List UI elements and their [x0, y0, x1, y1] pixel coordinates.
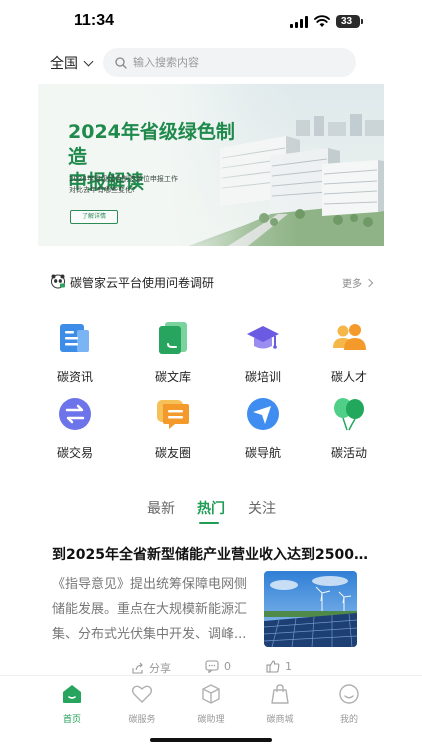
solar-panels-thumbnail[interactable]: [264, 571, 357, 647]
tab-popular[interactable]: 热门: [197, 498, 225, 518]
graduation-cap-icon: [247, 326, 279, 349]
grid-label: 碳培训: [244, 370, 281, 384]
region-selector[interactable]: 全国: [50, 53, 94, 73]
grid-label: 碳活动: [330, 446, 367, 460]
banner-subtitle-line2: 对比去年有哪些变化?: [69, 186, 136, 194]
share-button[interactable]: 分享: [131, 660, 171, 676]
cellular-signal-icon: [290, 16, 308, 28]
home-indicator: [150, 738, 272, 742]
tabbar-service[interactable]: 碳服务: [112, 683, 172, 725]
smiley-icon: [339, 684, 359, 704]
tabbar-assistant[interactable]: 碳助理: [181, 683, 241, 725]
tabbar-profile[interactable]: 我的: [319, 683, 379, 725]
notice-bar[interactable]: 碳管家云平台使用问卷调研 更多: [50, 272, 374, 292]
thumbs-up-icon: [266, 660, 280, 673]
banner-title-line1: 2024年省级绿色制造: [68, 121, 235, 168]
like-count: 1: [285, 660, 292, 673]
panda-mascot-icon: [51, 274, 65, 289]
search-row: 全国: [0, 48, 422, 78]
status-time: 11:34: [74, 12, 115, 29]
grid-label: 碳资讯: [56, 370, 93, 384]
search-input[interactable]: [133, 56, 333, 69]
chevron-right-icon: [364, 278, 374, 287]
like-button[interactable]: 1: [266, 660, 292, 673]
battery-icon: 33: [336, 15, 363, 28]
box-icon: [202, 684, 220, 704]
heart-icon: [131, 685, 153, 703]
notice-text: 碳管家云平台使用问卷调研: [70, 276, 215, 290]
home-icon: [63, 685, 81, 703]
grid-item-library[interactable]: 碳文库: [138, 320, 208, 385]
share-icon: [132, 662, 143, 674]
chevron-down-icon: [83, 56, 94, 66]
balloons-icon: [334, 398, 364, 431]
active-tab-indicator: [199, 522, 219, 524]
comment-button[interactable]: 0: [205, 660, 231, 673]
banner-learn-more-button[interactable]: 了解详情: [70, 210, 118, 224]
navigation-icon: [247, 398, 279, 430]
grid-item-news[interactable]: 碳资讯: [40, 320, 110, 385]
grid-item-community[interactable]: 碳友圈: [138, 396, 208, 461]
article-title[interactable]: 到2025年全省新型储能产业营业收入达到2500亿元...: [52, 544, 370, 564]
grid-item-training[interactable]: 碳培训: [228, 320, 298, 385]
status-bar: 11:34 33: [0, 0, 422, 44]
battery-level: 33: [340, 16, 353, 27]
region-label: 全国: [50, 56, 78, 72]
grid-label: 碳人才: [330, 370, 367, 384]
tabbar-label: 碳助理: [197, 715, 225, 725]
people-icon: [333, 324, 366, 350]
grid-label: 碳导航: [244, 446, 281, 460]
notice-more-label: 更多: [342, 279, 362, 290]
grid-item-exchange[interactable]: 碳交易: [40, 396, 110, 461]
grid-item-events[interactable]: 碳活动: [314, 396, 384, 461]
article-description[interactable]: 《指导意见》提出统筹保障电网侧储能发展。重点在大规模新能源汇集、分布式光伏集中开…: [52, 572, 252, 647]
promo-banner[interactable]: 2024年省级绿色制造 申报解读 2024年省级绿色制造单位申报工作 对比去年有…: [38, 84, 384, 246]
notice-more-link[interactable]: 更多: [342, 275, 374, 290]
grid-label: 碳友圈: [154, 446, 191, 460]
grid-label: 碳文库: [154, 370, 191, 384]
search-icon: [115, 56, 127, 69]
banner-subtitle-line1: 2024年省级绿色制造单位申报工作: [69, 175, 178, 183]
comment-count: 0: [224, 660, 231, 673]
tab-following[interactable]: 关注: [248, 498, 276, 518]
feed-tabs: 最新 热门 关注: [0, 498, 422, 524]
wifi-icon: [314, 15, 330, 27]
tabbar-label: 碳商城: [266, 715, 294, 725]
tabbar-label: 碳服务: [128, 715, 156, 725]
search-box[interactable]: [103, 48, 356, 77]
grid-label: 碳交易: [56, 446, 93, 460]
tab-latest[interactable]: 最新: [147, 498, 175, 518]
tabbar-home[interactable]: 首页: [42, 683, 102, 725]
banner-subtitle: 2024年省级绿色制造单位申报工作 对比去年有哪些变化?: [69, 174, 219, 196]
grid-item-talent[interactable]: 碳人才: [314, 320, 384, 385]
grid-item-navigation[interactable]: 碳导航: [228, 396, 298, 461]
comment-icon: [205, 660, 219, 673]
tabbar-mall[interactable]: 碳商城: [250, 683, 310, 725]
tabbar-label: 我的: [339, 715, 358, 725]
chat-icon: [157, 400, 189, 429]
shopping-bag-icon: [271, 684, 289, 704]
share-label: 分享: [149, 662, 171, 675]
tabbar-label: 首页: [62, 715, 81, 725]
news-icon: [60, 324, 89, 352]
library-icon: [159, 322, 187, 354]
exchange-icon: [59, 398, 91, 430]
